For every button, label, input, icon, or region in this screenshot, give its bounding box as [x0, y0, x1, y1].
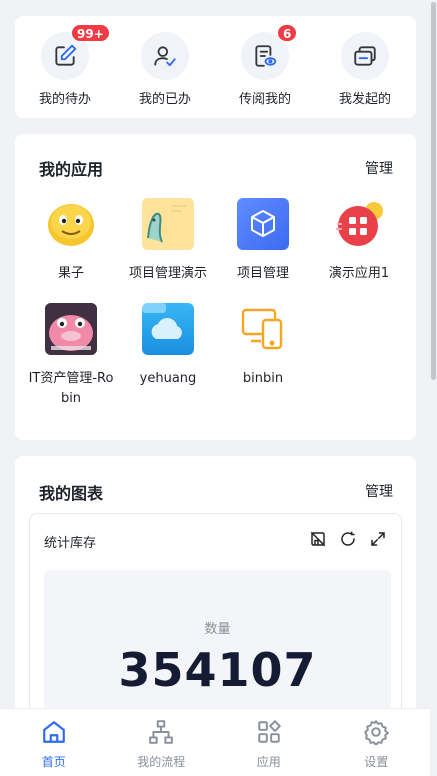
app-label: IT资产管理-Robin: [28, 371, 114, 406]
app-item-binbin[interactable]: binbin: [213, 303, 313, 389]
bottom-nav: 首页 我的流程 应用 设置: [0, 708, 430, 776]
quick-action-done[interactable]: 我的已办: [115, 32, 215, 107]
my-apps-card: 我的应用 管理 果子 项目管理演示 项目管理 演示应用1 IT资产管理-Robi…: [15, 134, 416, 440]
user-check-icon: [141, 32, 189, 80]
app-label: binbin: [242, 371, 284, 386]
home-icon: [42, 721, 65, 743]
cube-icon: [237, 198, 289, 250]
document-view-icon: 6: [241, 24, 298, 80]
app-label: yehuang: [139, 371, 197, 386]
stat-panel: 数量 354107: [44, 570, 391, 708]
my-charts-card: 我的图表 管理 统计库存 数量 354107: [15, 456, 416, 708]
nav-label: 应用: [256, 755, 281, 769]
charts-manage-link[interactable]: 管理: [365, 481, 393, 501]
nav-label: 首页: [41, 755, 66, 769]
app-item-demo-app-1[interactable]: 演示应用1: [309, 198, 409, 284]
circulated-count-badge: 6: [277, 24, 298, 42]
quick-action-label: 我发起的: [338, 92, 391, 107]
chart-title: 统计库存: [44, 536, 97, 551]
smiley-icon: [45, 198, 97, 250]
stat-label: 数量: [204, 622, 231, 637]
chart-widget: 统计库存 数量 354107: [29, 513, 402, 708]
todo-count-badge: 99+: [71, 24, 110, 42]
app-item-project-management[interactable]: 项目管理: [213, 198, 313, 284]
quick-action-initiated[interactable]: 我发起的: [315, 32, 415, 107]
quick-action-label: 我的待办: [38, 92, 91, 107]
doodle-icon: [142, 198, 194, 250]
tab-apps[interactable]: 应用: [215, 709, 323, 776]
refresh-icon[interactable]: [339, 530, 357, 548]
apps-icon: [258, 720, 281, 743]
apps-manage-link[interactable]: 管理: [365, 158, 393, 178]
cards-icon: [341, 32, 389, 80]
nav-label: 我的流程: [137, 755, 186, 769]
quick-action-label: 传阅我的: [238, 92, 291, 107]
quick-actions-card: 99+ 我的待办 我的已办 6 传阅我的 我发起的: [15, 16, 416, 118]
expand-icon[interactable]: [369, 530, 387, 548]
app-item-yehuang[interactable]: yehuang: [118, 303, 218, 389]
quick-action-todo[interactable]: 99+ 我的待办: [15, 24, 115, 107]
main-scroll-area: 99+ 我的待办 我的已办 6 传阅我的 我发起的 我的应用 管理 果子 项目管…: [0, 0, 437, 708]
tab-my-flows[interactable]: 我的流程: [108, 709, 216, 776]
quick-action-label: 我的已办: [138, 92, 191, 107]
app-label: 项目管理: [236, 266, 289, 281]
app-item-it-asset[interactable]: IT资产管理-Robin: [21, 303, 121, 409]
pink-creature-icon: [45, 303, 97, 355]
scrollbar[interactable]: [430, 0, 437, 776]
section-title: 我的图表: [39, 484, 104, 503]
chart-toolbar: [309, 530, 387, 548]
app-label: 项目管理演示: [128, 266, 207, 281]
edit-icon: 99+: [41, 24, 110, 80]
scrollbar-thumb[interactable]: [431, 2, 436, 380]
section-title: 我的应用: [39, 160, 104, 179]
nav-label: 设置: [364, 755, 389, 769]
settings-icon: [364, 720, 390, 746]
tab-home[interactable]: 首页: [0, 709, 108, 776]
tab-settings[interactable]: 设置: [323, 709, 431, 776]
flow-icon: [149, 720, 174, 744]
app-item-guozi[interactable]: 果子: [21, 198, 121, 284]
hide-chart-icon[interactable]: [309, 530, 327, 548]
grid-app-icon: [333, 198, 385, 250]
app-label: 果子: [57, 266, 84, 281]
app-label: 演示应用1: [328, 266, 390, 281]
app-item-project-demo[interactable]: 项目管理演示: [118, 198, 218, 284]
devices-icon: [237, 303, 289, 355]
quick-action-circulated[interactable]: 6 传阅我的: [215, 24, 315, 107]
cloud-folder-icon: [142, 303, 194, 355]
stat-value: 354107: [118, 643, 317, 697]
